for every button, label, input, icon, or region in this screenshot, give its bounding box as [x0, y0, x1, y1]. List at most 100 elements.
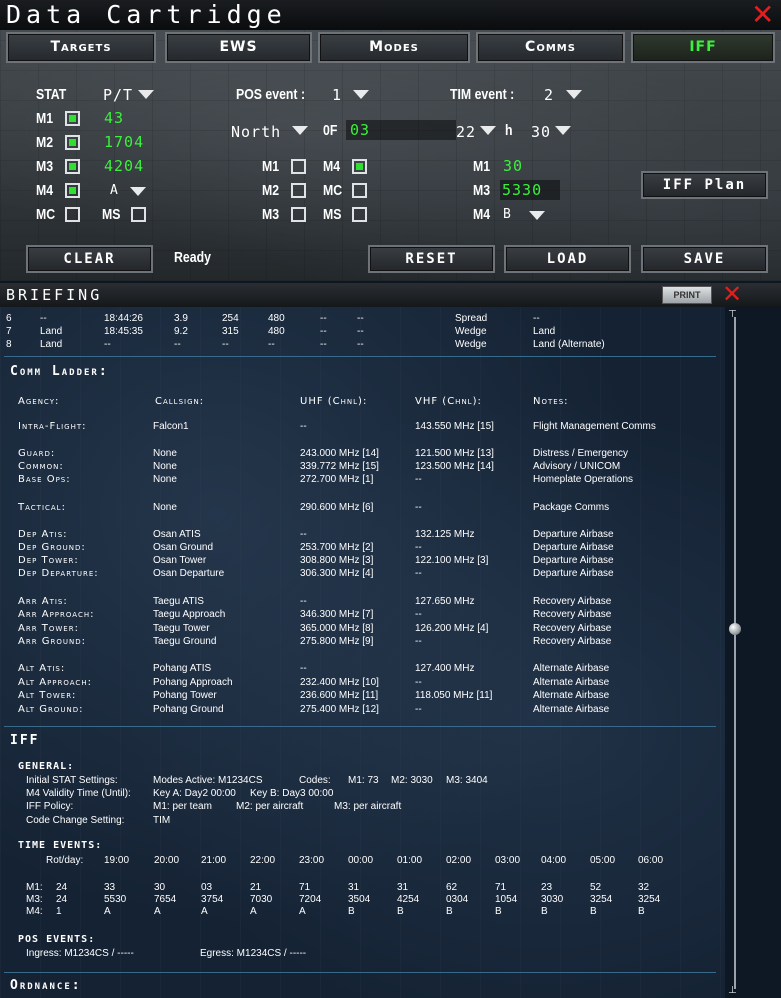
briefing-content: 6 -- 18:44:26 3.9 254 480 -- -- Spread -- 7 Land 18:… [0, 307, 725, 998]
minute-dropdown-icon[interactable] [555, 126, 571, 135]
comm-cell: -- [300, 663, 307, 674]
time-event-code: 7204 [299, 894, 322, 905]
m1-code[interactable]: 43 [104, 109, 124, 127]
clear-button[interactable]: CLEAR [26, 245, 153, 273]
print-button[interactable]: PRINT [662, 286, 712, 304]
comm-cell: Distress / Emergency [533, 448, 629, 459]
comm-header-notes: Notes: [533, 396, 569, 407]
steerpoint-cell: 18:45:35 [104, 326, 143, 337]
pos-event-dropdown-icon[interactable] [353, 90, 369, 99]
reset-button[interactable]: Reset [368, 245, 495, 273]
pos-event-label: POS event : [236, 86, 306, 103]
m3-code[interactable]: 4204 [104, 157, 144, 175]
steerpoint-cell: -- [320, 326, 327, 337]
m3-checkbox[interactable] [65, 159, 80, 174]
comm-cell: 243.000 MHz [14] [300, 448, 379, 459]
scroll-up-icon[interactable]: ⊤ [728, 309, 737, 320]
ms-checkbox[interactable] [131, 207, 146, 222]
steerpoint-cell: Wedge [455, 326, 487, 337]
time-event-code: 30 [154, 882, 166, 893]
hour-dropdown-icon[interactable] [480, 126, 496, 135]
tim-event-value: 2 [544, 86, 555, 104]
comm-agency: Guard: [18, 448, 56, 459]
steerpoint-cell: Land [533, 326, 556, 337]
pos-mc-checkbox[interactable] [352, 183, 367, 198]
tim-m4-dropdown-icon[interactable] [529, 211, 545, 220]
close-icon[interactable]: ✕ [751, 0, 774, 31]
comm-cell: Osan Ground [153, 542, 214, 553]
mc-checkbox[interactable] [65, 207, 80, 222]
iff-plan-button[interactable]: IFF Plan [641, 171, 768, 199]
m4-checkbox[interactable] [65, 183, 80, 198]
time-event-code: A [201, 906, 208, 917]
close-icon[interactable]: ✕ [722, 283, 742, 308]
scroll-thumb[interactable] [729, 623, 741, 635]
comm-agency: Dep Departure: [18, 568, 99, 579]
comm-header-vhf: VHF (Chnl): [415, 396, 482, 407]
pos-ms-checkbox[interactable] [352, 207, 367, 222]
time-event-code: 1054 [495, 894, 518, 905]
load-button[interactable]: Load [504, 245, 631, 273]
tab-modes[interactable]: Modes [318, 32, 470, 63]
comm-cell: 121.500 MHz [13] [415, 448, 494, 459]
briefing-scrollbar[interactable]: ⊤ ⊥ [728, 307, 742, 998]
time-event-hour: 02:00 [446, 855, 472, 866]
time-event-code: A [299, 906, 306, 917]
save-button[interactable]: Save [641, 245, 768, 273]
time-event-code: B [541, 906, 548, 917]
tim-m3-field[interactable]: 5330 [500, 180, 560, 200]
steerpoint-cell: 480 [268, 313, 285, 324]
time-event-code: 62 [446, 882, 458, 893]
m1-checkbox[interactable] [65, 111, 80, 126]
time-event-row-label: M4: [26, 906, 43, 917]
of-field[interactable]: 03 [346, 120, 456, 140]
egress-text: Egress: M1234CS / ----- [200, 948, 307, 959]
window-title: Data Cartridge [6, 0, 287, 29]
pt-dropdown-icon[interactable] [138, 90, 154, 99]
time-event-code: 0304 [446, 894, 469, 905]
comm-agency: Arr Atis: [18, 596, 68, 607]
pos-m1-checkbox[interactable] [291, 159, 306, 174]
steerpoint-cell: 3.9 [174, 313, 188, 324]
steerpoint-cell: 9.2 [174, 326, 188, 337]
initial-stat-label: Initial STAT Settings: [26, 775, 118, 786]
m2-code[interactable]: 1704 [104, 133, 144, 151]
time-events-title: TIME EVENTS: [18, 840, 103, 851]
time-event-code: A [104, 906, 111, 917]
time-event-code: 21 [250, 882, 262, 893]
comm-cell: Alternate Airbase [533, 663, 610, 674]
tab-targets[interactable]: Targets [6, 32, 156, 63]
pos-ms-label: MS [323, 206, 342, 223]
steerpoint-cell: -- [40, 313, 47, 324]
tim-event-label: TIM event : [450, 86, 515, 103]
scroll-down-icon[interactable]: ⊥ [728, 985, 737, 996]
pos-m4-label: M4 [323, 158, 341, 175]
steerpoint-cell: -- [533, 313, 540, 324]
time-event-hour: 19:00 [104, 855, 130, 866]
m4-dropdown-icon[interactable] [130, 187, 146, 196]
time-event-hour: 04:00 [541, 855, 567, 866]
m2-checkbox[interactable] [65, 135, 80, 150]
comm-agency: Alt Atis: [18, 663, 66, 674]
tim-m1-value[interactable]: 30 [503, 157, 523, 175]
time-event-hour: 22:00 [250, 855, 276, 866]
north-label: North [231, 123, 282, 141]
tab-iff[interactable]: IFF [631, 32, 775, 63]
tab-comms[interactable]: Comms [476, 32, 625, 63]
time-event-code: B [638, 906, 645, 917]
comm-cell: Osan Departure [153, 568, 225, 579]
pos-m2-checkbox[interactable] [291, 183, 306, 198]
time-event-rot: 24 [56, 894, 68, 905]
steerpoint-cell: -- [357, 326, 364, 337]
steerpoint-cell: Wedge [455, 339, 487, 350]
comm-cell: Taegu Approach [153, 609, 226, 620]
pos-events-title: POS EVENTS: [18, 934, 96, 945]
tim-event-dropdown-icon[interactable] [566, 90, 582, 99]
north-dropdown-icon[interactable] [292, 126, 308, 135]
scroll-track[interactable] [734, 317, 736, 989]
tab-ews[interactable]: EWS [165, 32, 312, 63]
time-event-code: 3754 [201, 894, 224, 905]
comm-cell: Osan Tower [153, 555, 207, 566]
pos-m3-checkbox[interactable] [291, 207, 306, 222]
pos-m4-checkbox[interactable] [352, 159, 367, 174]
